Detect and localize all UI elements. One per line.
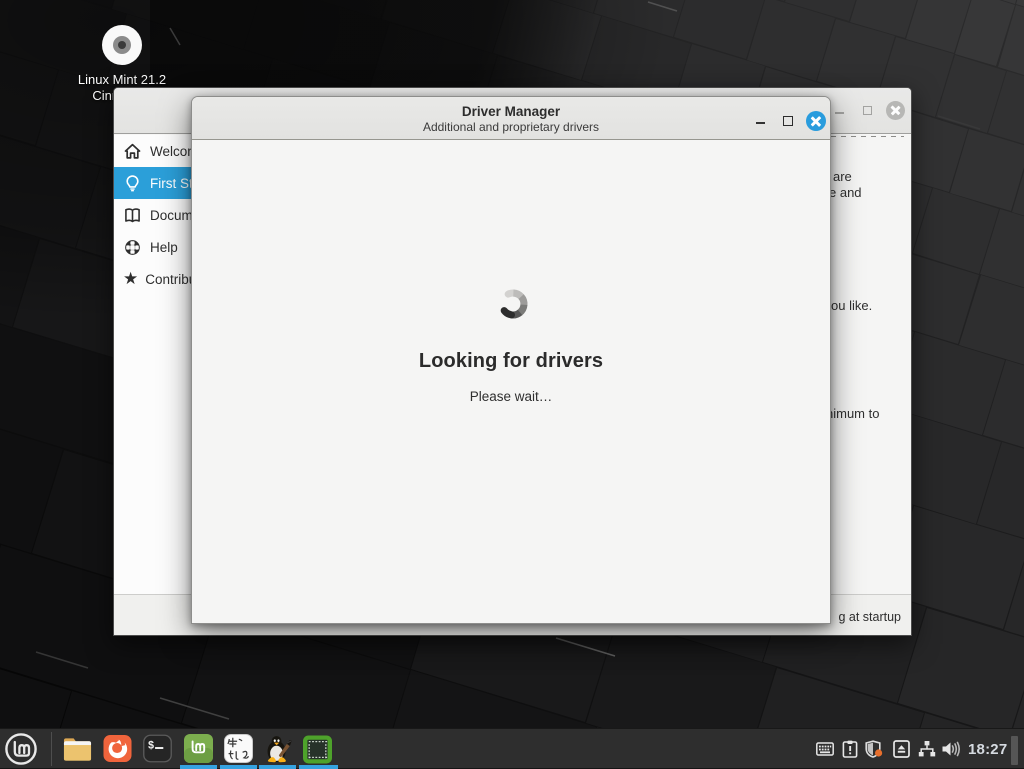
svg-text:$: $: [148, 741, 154, 753]
